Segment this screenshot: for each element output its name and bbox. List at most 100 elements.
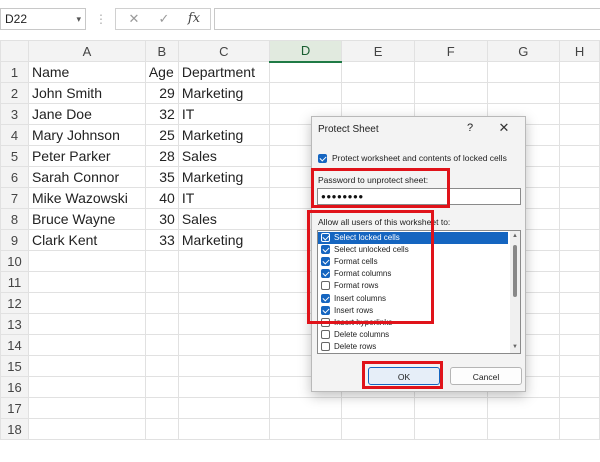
row-header[interactable]: 8 [0,208,29,230]
cell-b11[interactable] [144,271,179,293]
row-header[interactable]: 17 [0,397,29,419]
row-header[interactable]: 5 [0,145,29,167]
cell-a15[interactable] [27,355,146,377]
cell-a5[interactable]: Peter Parker [27,145,146,167]
cell-a12[interactable] [27,292,146,314]
cell-b1[interactable]: Age [144,61,179,83]
cell-h7[interactable] [559,187,600,209]
row-header[interactable]: 2 [0,82,29,104]
cell-c10[interactable] [177,250,270,272]
cell-c4[interactable]: Marketing [177,124,270,146]
cell-c7[interactable]: IT [177,187,270,209]
cell-b5[interactable]: 28 [144,145,179,167]
protect-worksheet-checkbox[interactable] [318,154,327,163]
cell-e17[interactable] [341,397,415,419]
cell-a14[interactable] [27,334,146,356]
cell-h6[interactable] [559,166,600,188]
cancel-icon[interactable]: ✕ [122,9,146,29]
cell-g1[interactable] [486,61,561,83]
permission-checkbox[interactable] [321,329,330,339]
cell-d18[interactable] [268,418,343,440]
cell-e1[interactable] [341,61,415,83]
row-header[interactable]: 13 [0,313,29,335]
scroll-down-icon[interactable]: ▼ [510,343,520,351]
cell-c15[interactable] [177,355,270,377]
cell-b15[interactable] [144,355,179,377]
name-box[interactable]: D22 ▾ [0,8,86,30]
scroll-thumb[interactable] [513,245,517,297]
close-icon[interactable]: ✕ [497,120,511,136]
cell-h18[interactable] [559,418,600,440]
column-header-g[interactable]: G [486,40,561,62]
cell-h12[interactable] [559,292,600,314]
row-header[interactable]: 6 [0,166,29,188]
row-header[interactable]: 4 [0,124,29,146]
column-header-b[interactable]: B [144,40,179,62]
cell-d2[interactable] [268,82,343,104]
cell-b14[interactable] [144,334,179,356]
cell-b9[interactable]: 33 [144,229,179,251]
cell-a17[interactable] [27,397,146,419]
column-header-f[interactable]: F [413,40,488,62]
cell-c8[interactable]: Sales [177,208,270,230]
cell-b4[interactable]: 25 [144,124,179,146]
cell-h11[interactable] [559,271,600,293]
cell-d17[interactable] [268,397,343,419]
enter-icon[interactable]: ✓ [152,9,176,29]
cell-a4[interactable]: Mary Johnson [27,124,146,146]
cell-f2[interactable] [413,82,488,104]
row-header[interactable]: 14 [0,334,29,356]
cell-b6[interactable]: 35 [144,166,179,188]
row-header[interactable]: 3 [0,103,29,125]
chevron-down-icon[interactable]: ▾ [76,9,81,29]
cell-a1[interactable]: Name [27,61,146,83]
cell-b2[interactable]: 29 [144,82,179,104]
cell-g18[interactable] [486,418,561,440]
cell-h9[interactable] [559,229,600,251]
cell-h16[interactable] [559,376,600,398]
cell-a10[interactable] [27,250,146,272]
row-header[interactable]: 16 [0,376,29,398]
cell-b10[interactable] [144,250,179,272]
cell-e18[interactable] [341,418,415,440]
cell-c14[interactable] [177,334,270,356]
cell-c13[interactable] [177,313,270,335]
cell-b17[interactable] [144,397,179,419]
insert-function-icon[interactable]: fx [182,9,206,29]
cell-b7[interactable]: 40 [144,187,179,209]
cell-a18[interactable] [27,418,146,440]
cell-f17[interactable] [413,397,488,419]
cell-a13[interactable] [27,313,146,335]
scroll-up-icon[interactable]: ▲ [510,232,520,240]
cell-c18[interactable] [177,418,270,440]
cell-c5[interactable]: Sales [177,145,270,167]
row-header[interactable]: 7 [0,187,29,209]
cell-b13[interactable] [144,313,179,335]
column-header-a[interactable]: A [27,40,146,62]
cell-g17[interactable] [486,397,561,419]
row-header[interactable]: 18 [0,418,29,440]
cell-h14[interactable] [559,334,600,356]
column-header-c[interactable]: C [177,40,270,62]
cell-c12[interactable] [177,292,270,314]
cell-h5[interactable] [559,145,600,167]
formula-input[interactable] [214,8,600,30]
permission-item[interactable]: Delete columns [318,329,508,341]
cell-a11[interactable] [27,271,146,293]
cell-c6[interactable]: Marketing [177,166,270,188]
cell-a6[interactable]: Sarah Connor [27,166,146,188]
cell-c2[interactable]: Marketing [177,82,270,104]
cell-h8[interactable] [559,208,600,230]
permission-checkbox[interactable] [321,341,330,351]
permission-item[interactable]: Delete rows [318,341,508,353]
cell-h15[interactable] [559,355,600,377]
cell-c11[interactable] [177,271,270,293]
row-header[interactable]: 11 [0,271,29,293]
permissions-scrollbar[interactable]: ▲ ▼ [510,231,520,353]
row-header[interactable]: 1 [0,61,29,83]
row-header[interactable]: 10 [0,250,29,272]
cell-b8[interactable]: 30 [144,208,179,230]
cell-h13[interactable] [559,313,600,335]
cell-a2[interactable]: John Smith [27,82,146,104]
row-header[interactable]: 12 [0,292,29,314]
